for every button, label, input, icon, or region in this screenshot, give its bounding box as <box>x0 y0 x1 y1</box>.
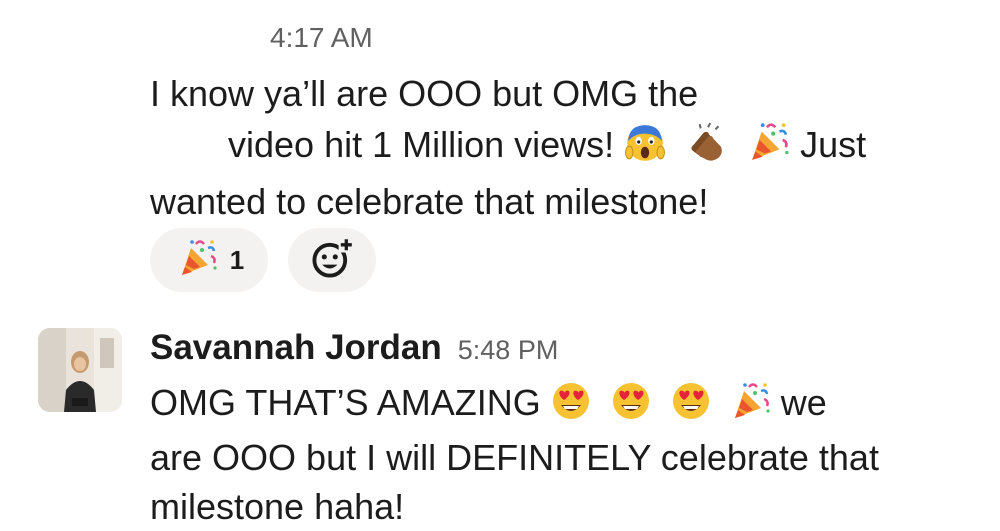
face-screaming-icon <box>624 121 666 176</box>
add-reaction-icon <box>310 236 354 285</box>
message-line: milestone haha! <box>150 486 405 527</box>
reactions-bar: 1 <box>150 228 376 292</box>
heart-eyes-icon <box>671 381 711 433</box>
author-name[interactable]: Savannah Jordan <box>150 328 442 368</box>
party-popper-icon <box>748 121 790 176</box>
message-text: Just <box>800 124 867 165</box>
message-line: are OOO but I will DEFINITELY celebrate … <box>150 437 879 478</box>
avatar[interactable] <box>38 328 122 412</box>
party-popper-icon <box>731 381 771 433</box>
heart-eyes-icon <box>551 381 591 433</box>
message-line: wanted to celebrate that milestone! <box>150 181 709 222</box>
message-text: we <box>780 382 827 423</box>
message-timestamp[interactable]: 4:17 AM <box>270 22 373 54</box>
message-line: video hit 1 Million views! Just <box>150 119 950 176</box>
message-timestamp[interactable]: 5:48 PM <box>458 335 559 366</box>
message-line: I know ya’ll are OOO but OMG the <box>150 73 699 114</box>
reaction-count: 1 <box>229 244 245 275</box>
add-reaction-button[interactable] <box>288 228 376 292</box>
message-body: OMG THAT’S AMAZING we are OOO but I will … <box>150 378 960 531</box>
message-body: I know ya’ll are OOO but OMG the video h… <box>150 68 950 227</box>
heart-eyes-icon <box>611 381 651 433</box>
reaction-party-popper[interactable]: 1 <box>150 228 268 292</box>
message-header: Savannah Jordan 5:48 PM <box>150 328 558 368</box>
clapping-hands-icon <box>686 121 728 176</box>
message-line: OMG THAT’S AMAZING we <box>150 378 960 433</box>
message-text: video hit 1 Million views! <box>228 124 615 165</box>
party-popper-icon <box>178 238 218 283</box>
message-text: OMG THAT’S AMAZING <box>150 382 541 423</box>
